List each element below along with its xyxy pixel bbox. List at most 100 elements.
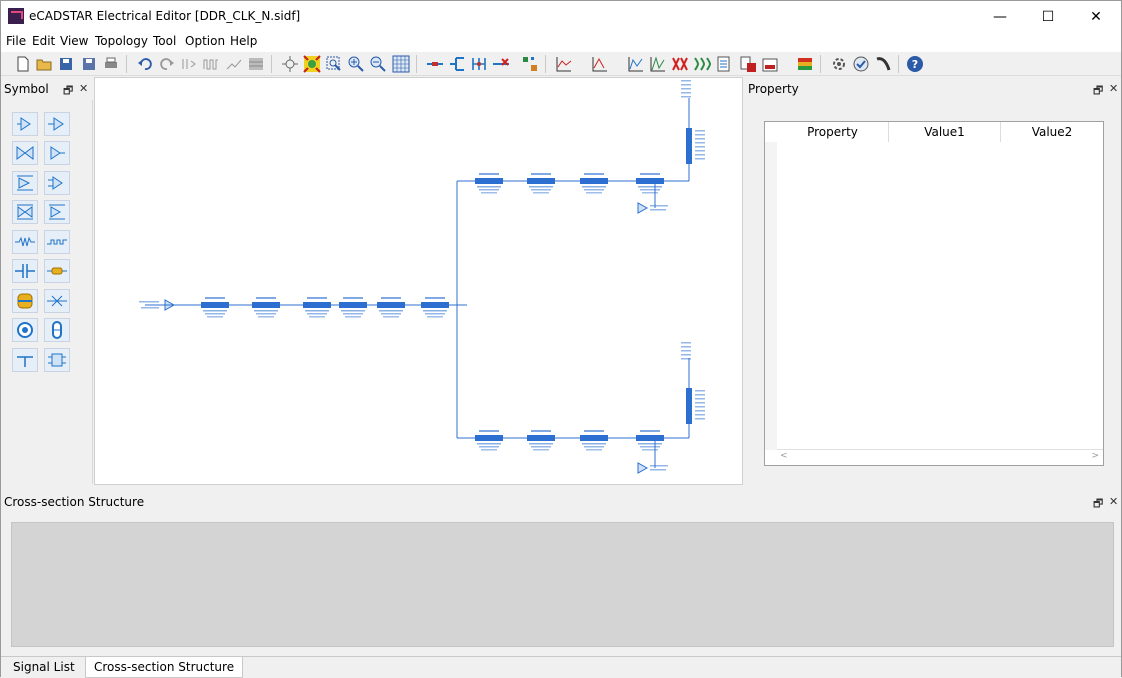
zoom-in-icon[interactable] (347, 55, 365, 73)
component-label (343, 313, 363, 315)
driver-symbol[interactable] (12, 112, 38, 136)
menu-help[interactable]: Help (230, 34, 257, 48)
branch-icon[interactable] (448, 55, 466, 73)
probe-icon[interactable] (874, 55, 892, 73)
schematic-canvas[interactable] (94, 77, 743, 485)
menu-file[interactable]: File (6, 34, 26, 48)
tool-icon[interactable] (180, 55, 198, 73)
open-icon[interactable] (35, 55, 53, 73)
bidirectional-symbol[interactable] (12, 141, 38, 165)
waveform-icon[interactable] (202, 55, 220, 73)
app-logo-icon (8, 8, 24, 24)
column-header-property[interactable]: Property (777, 122, 889, 142)
zoom-out-icon[interactable] (369, 55, 387, 73)
symbol-panel-close-button[interactable]: ✕ (79, 82, 88, 95)
package-symbol[interactable] (44, 348, 70, 372)
component-label (681, 96, 691, 98)
property-grid[interactable]: Property Value1 Value2 < > (764, 121, 1104, 466)
transmission-line-symbol[interactable] (44, 230, 70, 254)
zoom-window-icon[interactable] (325, 55, 343, 73)
column-header-value2[interactable]: Value2 (1001, 122, 1103, 142)
settings-icon[interactable] (830, 55, 848, 73)
grid-toggle-icon[interactable] (392, 55, 410, 73)
new-icon[interactable] (14, 55, 32, 73)
help-icon[interactable]: ? (906, 55, 924, 73)
transmission-line (636, 435, 664, 441)
coupling-icon[interactable] (693, 55, 711, 73)
connect-icon[interactable] (426, 55, 444, 73)
column-header-value1[interactable]: Value1 (889, 122, 1001, 142)
component-label (584, 446, 604, 448)
package-pin-column (686, 128, 692, 164)
save-icon[interactable] (57, 55, 75, 73)
crosstalk-icon[interactable] (671, 55, 689, 73)
waveform-view-icon[interactable] (555, 55, 573, 73)
eye-diagram-icon[interactable] (591, 55, 609, 73)
probe-symbol[interactable] (12, 318, 38, 342)
diff-bidir-symbol[interactable] (12, 200, 38, 224)
plot-icon[interactable] (627, 55, 645, 73)
bottom-tab-bar: Signal List Cross-section Structure (1, 656, 1121, 678)
component-label (425, 313, 445, 315)
maximize-button[interactable]: ☐ (1025, 1, 1071, 32)
cross-section-restore-button[interactable]: 🗗 (1093, 495, 1103, 514)
property-panel-header: Property 🗗 ✕ (745, 76, 1121, 100)
close-button[interactable]: ✕ (1073, 1, 1119, 32)
menu-topology[interactable]: Topology (95, 34, 148, 48)
io-symbol[interactable] (44, 141, 70, 165)
diff-receiver-symbol[interactable] (44, 171, 70, 195)
inductor-symbol[interactable] (44, 259, 70, 283)
save-as-icon[interactable] (80, 55, 98, 73)
plot2-icon[interactable] (649, 55, 667, 73)
zoom-fit-icon[interactable] (303, 55, 321, 73)
undo-icon[interactable] (136, 55, 154, 73)
component-label (695, 402, 705, 404)
diff-io-symbol[interactable] (44, 200, 70, 224)
resistor-symbol[interactable] (12, 230, 38, 254)
net-icon[interactable] (470, 55, 488, 73)
layer-stack-icon[interactable] (796, 55, 814, 73)
via-symbol[interactable] (44, 289, 70, 313)
receiver-symbol[interactable] (44, 112, 70, 136)
connector-symbol[interactable] (12, 289, 38, 313)
component-label (205, 297, 225, 299)
scroll-right-arrow[interactable]: > (1091, 451, 1099, 461)
export-icon[interactable] (739, 55, 757, 73)
ground-symbol[interactable] (12, 348, 38, 372)
property-panel-restore-button[interactable]: 🗗 (1093, 82, 1103, 101)
component-label (695, 134, 705, 136)
cross-section-close-button[interactable]: ✕ (1109, 495, 1118, 508)
scroll-left-arrow[interactable]: < (780, 451, 788, 461)
receiver-symbol-instance (637, 462, 649, 474)
menu-tool[interactable]: Tool (153, 34, 176, 48)
tab-cross-section-structure[interactable]: Cross-section Structure (85, 657, 244, 678)
symbol-panel-restore-button[interactable]: 🗗 (63, 82, 73, 101)
horizontal-scrollbar[interactable]: < > (777, 449, 1103, 465)
simulate-icon[interactable] (852, 55, 870, 73)
property-panel-close-button[interactable]: ✕ (1109, 82, 1118, 95)
component-label (695, 130, 705, 132)
coupling-symbol[interactable] (44, 318, 70, 342)
print-icon[interactable] (102, 55, 120, 73)
diff-driver-symbol[interactable] (12, 171, 38, 195)
menu-view[interactable]: View (60, 34, 88, 48)
cross-section-view[interactable] (11, 522, 1114, 647)
capacitor-symbol[interactable] (12, 259, 38, 283)
component-label (531, 430, 551, 432)
menu-edit[interactable]: Edit (32, 34, 55, 48)
component-label (681, 354, 691, 356)
menu-option[interactable]: Option (185, 34, 225, 48)
tab-signal-list[interactable]: Signal List (5, 657, 83, 677)
component-label (695, 414, 705, 416)
redo-icon[interactable] (158, 55, 176, 73)
spice-icon[interactable] (761, 55, 779, 73)
minimize-button[interactable]: — (977, 1, 1023, 32)
report-icon[interactable] (715, 55, 733, 73)
grid-icon[interactable] (247, 55, 265, 73)
zoom-extents-icon[interactable] (281, 55, 299, 73)
sweep-icon[interactable] (225, 55, 243, 73)
delete-net-icon[interactable] (492, 55, 510, 73)
place-icon[interactable] (521, 55, 539, 73)
property-panel-title: Property (748, 82, 799, 96)
transmission-line (475, 178, 503, 184)
